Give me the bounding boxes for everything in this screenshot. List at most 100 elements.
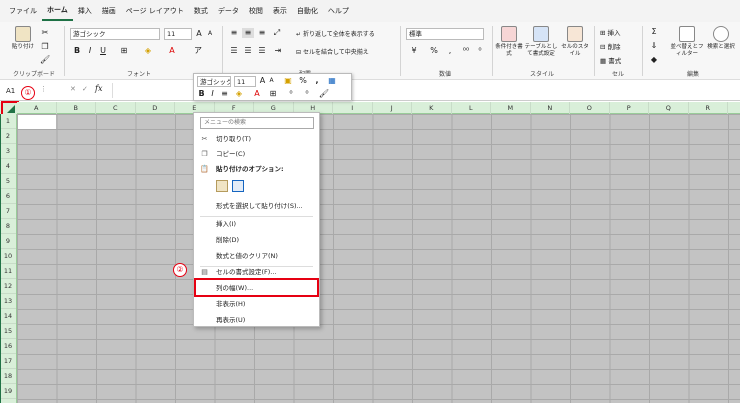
row-header-7[interactable]: 7 [0,204,16,219]
menu-search-input[interactable]: メニューの検索 [200,117,314,129]
mini-bold-icon[interactable]: B [197,89,206,99]
font-size-dropdown[interactable]: 11 [164,28,192,40]
increase-decimal-icon[interactable]: ⁰⁰ [460,46,472,56]
active-cell-a1[interactable] [18,115,56,129]
cell-style-button[interactable]: セルのスタイル [560,26,590,58]
mini-font-color-icon[interactable]: A [252,89,262,99]
row-header-5[interactable]: 5 [0,174,16,189]
delete-cells-button[interactable]: ⊟ 削除 [600,41,621,51]
tab-help[interactable]: ヘルプ [323,0,354,22]
tab-file[interactable]: ファイル [4,0,42,22]
column-header-b[interactable]: B [57,102,96,114]
align-right-icon[interactable]: ☰ [256,46,268,56]
row-header-16[interactable]: 16 [0,339,16,354]
row-header-1[interactable]: 1 [0,114,16,129]
autosum-icon[interactable]: Σ [648,27,660,37]
menu-item-cut[interactable]: ✂ 切り取り(T) [194,132,319,147]
mini-decimal-icon[interactable]: ⁰ [286,89,296,99]
mini-format-icon[interactable]: ▦ [326,76,338,86]
clear-icon[interactable]: ◆ [648,55,660,65]
column-header-c[interactable]: C [96,102,136,114]
underline-icon[interactable]: U [98,46,108,56]
format-cells-button[interactable]: ▦ 書式 [600,55,621,65]
menu-item-clear-contents[interactable]: 数式と値のクリア(N) [194,249,319,264]
copy-icon[interactable]: ❐ [40,42,50,52]
format-as-table-button[interactable]: テーブルとして書式設定 [524,26,558,58]
find-select-button[interactable]: 検索と選択 [706,26,736,51]
row-header-12[interactable]: 12 [0,279,16,294]
cut-icon[interactable]: ✂ [40,28,50,38]
tab-view[interactable]: 表示 [268,0,292,22]
mini-font-size[interactable]: 11 [234,76,256,87]
mini-percent-icon[interactable]: % [298,76,308,86]
tab-automate[interactable]: 自動化 [292,0,323,22]
border-icon[interactable]: ⊞ [118,46,130,56]
paste-button[interactable]: 貼り付け [8,26,38,51]
sort-filter-button[interactable]: 並べ替えとフィルター [670,26,704,58]
column-header-k[interactable]: K [412,102,452,114]
tab-insert[interactable]: 挿入 [73,0,97,22]
paste-option-icon[interactable] [216,180,228,192]
fill-icon[interactable]: ⇓ [648,41,660,51]
column-header-m[interactable]: M [491,102,531,114]
orientation-icon[interactable]: ⤢ [270,28,284,38]
number-format-dropdown[interactable]: 標準 [406,28,484,40]
row-header-18[interactable]: 18 [0,369,16,384]
merge-center-button[interactable]: ⊟ セルを結合して中央揃え [296,47,369,56]
column-header-n[interactable]: N [531,102,570,114]
decrease-font-icon[interactable]: A [205,29,215,39]
menu-item-copy[interactable]: ❐ コピー(C) [194,147,319,162]
row-header-2[interactable]: 2 [0,129,16,144]
mini-currency-icon[interactable]: ▣ [282,76,294,86]
mini-decrease-font-icon[interactable]: A [267,76,276,86]
mini-increase-font-icon[interactable]: A [258,76,267,86]
format-painter-icon[interactable]: 🖌 [40,55,50,65]
align-center-icon[interactable]: ☰ [242,46,254,56]
cancel-entry-icon[interactable]: ✕ [70,85,76,93]
row-header-13[interactable]: 13 [0,294,16,309]
name-box-dropdown-icon[interactable]: ⋮ [40,85,47,93]
tab-page-layout[interactable]: ページ レイアウト [121,0,189,22]
menu-item-insert[interactable]: 挿入(I) [194,217,319,232]
mini-fill-color-icon[interactable]: ◈ [234,89,244,99]
row-header-4[interactable]: 4 [0,159,16,174]
row-header-10[interactable]: 10 [0,249,16,264]
decrease-decimal-icon[interactable]: ⁰ [474,46,486,56]
row-header-8[interactable]: 8 [0,219,16,234]
menu-item-paste-special[interactable]: 形式を選択して貼り付け(S)... [194,199,319,214]
column-header-q[interactable]: Q [649,102,689,114]
conditional-format-button[interactable]: 条件付き書式 [494,26,524,58]
paste-values-icon[interactable] [232,180,244,192]
column-header-d[interactable]: D [136,102,175,114]
column-header-j[interactable]: J [373,102,412,114]
row-header-3[interactable]: 3 [0,144,16,159]
insert-cells-button[interactable]: ⊞ 挿入 [600,27,621,37]
row-header-14[interactable]: 14 [0,309,16,324]
align-middle-icon[interactable]: ≡ [242,28,254,38]
tab-home[interactable]: ホーム [42,1,73,21]
indent-icon[interactable]: ⇥ [272,46,284,56]
tab-formulas[interactable]: 数式 [189,0,213,22]
column-header-r[interactable]: R [689,102,728,114]
align-bottom-icon[interactable]: ≡ [256,28,268,38]
row-header-17[interactable]: 17 [0,354,16,369]
mini-border-icon[interactable]: ⊞ [268,89,278,99]
row-header-6[interactable]: 6 [0,189,16,204]
column-header-l[interactable]: L [452,102,491,114]
mini-format-painter-icon[interactable]: 🖌 [318,89,330,99]
row-header-15[interactable]: 15 [0,324,16,339]
phonetic-icon[interactable]: ア [192,46,204,56]
align-top-icon[interactable]: ≡ [228,28,240,38]
tab-review[interactable]: 校閲 [244,0,268,22]
column-header-i[interactable]: I [333,102,373,114]
align-left-icon[interactable]: ☰ [228,46,240,56]
mini-comma-icon[interactable]: , [312,76,322,86]
wrap-text-button[interactable]: ↵ 折り返して全体を表示する [296,29,375,38]
percent-icon[interactable]: % [428,46,440,56]
font-name-dropdown[interactable]: 游ゴシック [70,28,160,40]
menu-item-delete[interactable]: 削除(D) [194,233,319,248]
menu-item-hide[interactable]: 非表示(H) [194,297,319,312]
row-header-11[interactable]: 11 [0,264,16,279]
currency-icon[interactable]: ¥ [408,46,420,56]
comma-icon[interactable]: , [444,46,456,56]
